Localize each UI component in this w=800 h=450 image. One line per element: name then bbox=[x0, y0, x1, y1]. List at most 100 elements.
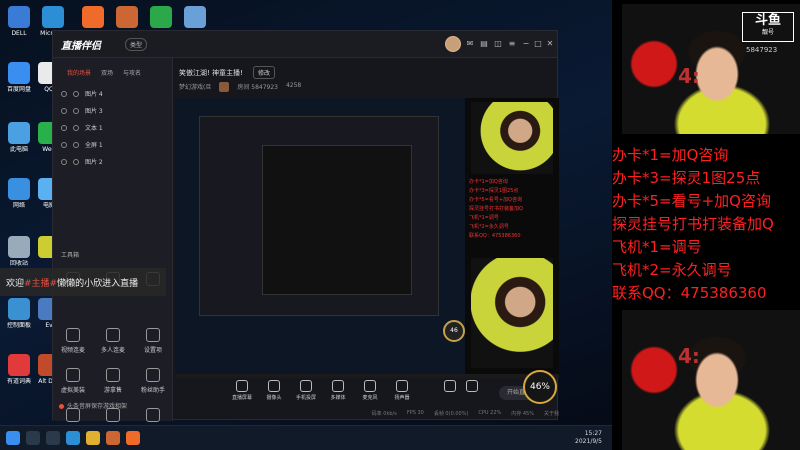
desktop-icon-baidu-netdisk[interactable]: 百度网盘 bbox=[2, 62, 36, 93]
brand-title: 斗鱼 bbox=[754, 13, 781, 28]
settings-button[interactable] bbox=[457, 380, 487, 394]
source-item[interactable]: 图片 2 bbox=[53, 153, 172, 170]
edit-title-button[interactable]: 修改 bbox=[253, 66, 276, 79]
tool-label: 设置项 bbox=[143, 347, 162, 354]
price-line: 联系QQ：475386360 bbox=[612, 284, 767, 302]
eye-icon[interactable] bbox=[61, 141, 67, 148]
phone-cast-button[interactable]: 手机投屏 bbox=[291, 380, 321, 401]
eye-icon[interactable] bbox=[61, 107, 67, 114]
desktop-icon-this-pc[interactable]: 此电脑 bbox=[2, 122, 36, 153]
desktop-icon-label: 回收站 bbox=[9, 260, 28, 267]
desktop-icon-recycle-bin[interactable]: 回收站 bbox=[2, 236, 36, 267]
source-item[interactable]: 全屏 1 bbox=[53, 136, 172, 153]
speaker-icon bbox=[396, 380, 408, 392]
mini-player-photo bbox=[471, 102, 553, 174]
desktop-icon-dell[interactable]: DELL bbox=[2, 6, 36, 37]
multimedia-button[interactable]: 多媒体 bbox=[323, 380, 353, 401]
cpu-stat: CPU 22% bbox=[478, 410, 502, 416]
desktop-icon-game[interactable] bbox=[110, 6, 144, 28]
source-item[interactable]: 文本 1 bbox=[53, 119, 172, 136]
lock-icon[interactable] bbox=[73, 141, 79, 148]
tool-virtual-beauty[interactable]: 虚拟美装 bbox=[57, 368, 89, 394]
tool-multi-link[interactable]: 多人连麦 bbox=[97, 328, 129, 354]
source-item[interactable]: 图片 3 bbox=[53, 102, 172, 119]
tool-settings[interactable]: 设置项 bbox=[137, 328, 169, 354]
tab-third[interactable]: 与攻名 bbox=[123, 68, 141, 77]
desktop-icon-label: 有道词典 bbox=[6, 378, 31, 385]
stream-preview[interactable]: 46 办卡*1=加Q咨询 办卡*3=探灵1图25点 办卡*5=看号+加Q咨询 探… bbox=[175, 98, 559, 378]
control-label: 麦克风 bbox=[362, 395, 378, 401]
price-line: 飞机*1=调号 bbox=[612, 238, 702, 256]
source-list: 图片 4 图片 3 文本 1 全屏 1 图片 2 bbox=[53, 85, 172, 170]
clock-date: 2021/9/5 bbox=[575, 438, 602, 445]
face-icon bbox=[66, 368, 80, 382]
maximize-icon[interactable]: □ bbox=[533, 39, 543, 49]
preview-promo-panel: 办卡*1=加Q咨询 办卡*3=探灵1图25点 办卡*5=看号+加Q咨询 探灵挂号… bbox=[465, 98, 559, 374]
type-badge[interactable]: 类型 bbox=[125, 38, 148, 51]
mini-gauge: 46 bbox=[443, 320, 465, 342]
menu-icon[interactable]: ≡ bbox=[507, 39, 517, 49]
room-info: 梦幻游戏(旦 房间 5847923 4258 bbox=[179, 82, 301, 92]
desktop-icon-network[interactable]: 网络 bbox=[2, 178, 36, 209]
source-label: 文本 1 bbox=[85, 125, 103, 132]
heart-icon bbox=[146, 368, 160, 382]
screen-capture-button[interactable]: 直播屏幕 bbox=[227, 380, 257, 401]
toolbox-label: 工具箱 bbox=[61, 252, 80, 259]
mini-price-list: 办卡*1=加Q咨询 办卡*3=探灵1图25点 办卡*5=看号+加Q咨询 探灵挂号… bbox=[469, 178, 523, 241]
play-icon bbox=[332, 380, 344, 392]
tool-icon bbox=[66, 408, 80, 422]
desktop-icon-sheet[interactable] bbox=[144, 6, 178, 28]
mini-price-line: 办卡*1=加Q咨询 bbox=[469, 179, 508, 185]
tool-label: 游拿售 bbox=[103, 387, 122, 394]
welcome-highlight: #主播# bbox=[24, 279, 58, 289]
minimize-icon[interactable]: − bbox=[521, 39, 531, 49]
camera-icon bbox=[268, 380, 280, 392]
search-icon[interactable] bbox=[26, 431, 40, 445]
live-companion-taskbar-icon[interactable] bbox=[126, 431, 140, 445]
tool-video-link[interactable]: 视频连麦 bbox=[57, 328, 89, 354]
tab-my-scenes[interactable]: 我的场景 bbox=[67, 68, 91, 77]
about-link[interactable]: 关于我 bbox=[544, 410, 559, 417]
microphone-icon bbox=[364, 380, 376, 392]
notes-icon[interactable]: ▤ bbox=[479, 39, 489, 49]
task-view-icon[interactable] bbox=[46, 431, 60, 445]
lock-icon[interactable] bbox=[73, 124, 79, 131]
microphone-button[interactable]: 麦克风 bbox=[355, 380, 385, 401]
source-label: 图片 4 bbox=[85, 91, 103, 98]
avatar[interactable] bbox=[445, 36, 461, 52]
gift-icon[interactable]: ◫ bbox=[493, 39, 503, 49]
speaker-button[interactable]: 扬声器 bbox=[387, 380, 417, 401]
windows-start-icon[interactable] bbox=[6, 431, 20, 445]
system-clock[interactable]: 15:27 2021/9/5 bbox=[575, 430, 602, 446]
mini-price-line: 飞机*2=永久调号 bbox=[469, 224, 509, 230]
tool-item[interactable] bbox=[97, 408, 129, 425]
record-icon bbox=[444, 380, 456, 392]
desktop-icon-file[interactable] bbox=[178, 6, 212, 28]
desktop-icon-label: 控制面板 bbox=[6, 322, 31, 329]
tool-sales[interactable]: 游拿售 bbox=[97, 368, 129, 394]
lock-icon[interactable] bbox=[73, 158, 79, 165]
lock-icon[interactable] bbox=[73, 107, 79, 114]
welcome-banner: 欢迎#主播#懒懒的小欣进入直播 bbox=[0, 268, 166, 296]
tool-item[interactable] bbox=[137, 408, 169, 425]
eye-icon[interactable] bbox=[61, 158, 67, 165]
game-taskbar-icon[interactable] bbox=[106, 431, 120, 445]
eye-icon[interactable] bbox=[61, 90, 67, 97]
lock-icon[interactable] bbox=[73, 90, 79, 97]
explorer-taskbar-icon[interactable] bbox=[86, 431, 100, 445]
desktop-icon-control-panel[interactable]: 控制面板 bbox=[2, 298, 36, 329]
room-id: 房间 5847923 bbox=[237, 84, 278, 91]
message-icon[interactable]: ✉ bbox=[465, 39, 475, 49]
desktop-icon-app-orange[interactable] bbox=[76, 6, 110, 28]
eye-icon[interactable] bbox=[61, 124, 67, 131]
tool-item[interactable] bbox=[57, 408, 89, 425]
tool-fan-helper[interactable]: 粉丝助手 bbox=[137, 368, 169, 394]
edge-taskbar-icon[interactable] bbox=[66, 431, 80, 445]
camera-button[interactable]: 摄像头 bbox=[259, 380, 289, 401]
close-icon[interactable]: ✕ bbox=[545, 39, 555, 49]
tab-dual[interactable]: 双场 bbox=[101, 68, 113, 77]
control-label: 扬声器 bbox=[394, 395, 410, 401]
source-item[interactable]: 图片 4 bbox=[53, 85, 172, 102]
source-label: 图片 3 bbox=[85, 108, 103, 115]
desktop-icon-youdao[interactable]: 有道词典 bbox=[2, 354, 36, 385]
